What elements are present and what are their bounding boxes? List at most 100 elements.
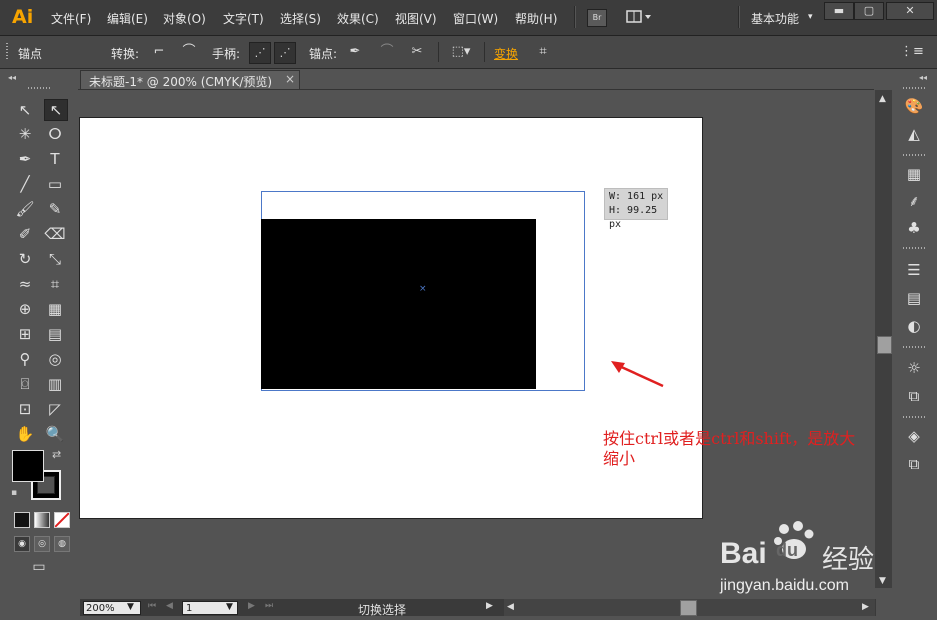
transform-link[interactable]: 变换 [494, 45, 518, 62]
draw-inside-icon[interactable]: ◍ [54, 536, 70, 552]
draw-behind-icon[interactable]: ◎ [34, 536, 50, 552]
hide-handles-icon[interactable]: ⋰ [274, 42, 296, 64]
scroll-right-icon[interactable]: ▶ [862, 602, 869, 612]
menu-edit[interactable]: 编辑(E) [107, 10, 148, 27]
transform-bounds-icon[interactable]: ⌗ [534, 43, 552, 61]
menu-view[interactable]: 视图(V) [395, 10, 437, 27]
menu-object[interactable]: 对象(O) [163, 10, 206, 27]
connect-anchors-icon[interactable]: ⌒ [378, 43, 396, 61]
remove-anchor-icon[interactable]: ✒ [346, 43, 364, 61]
cut-path-icon[interactable]: ✂ [408, 43, 426, 61]
layers-icon[interactable]: ◈ [903, 426, 925, 446]
menu-window[interactable]: 窗口(W) [453, 10, 498, 27]
line-tool-icon[interactable]: ╱ [14, 174, 36, 194]
show-handles-icon[interactable]: ⋰ [249, 42, 271, 64]
magic-wand-tool-icon[interactable]: ✳ [14, 124, 36, 144]
convert-to-corner-icon[interactable]: ⌐ [150, 43, 168, 61]
selection-tool-icon[interactable]: ↖ [14, 100, 36, 120]
horizontal-scroll-thumb[interactable] [680, 600, 697, 616]
swap-fill-stroke-icon[interactable]: ⇄ [52, 448, 61, 461]
divider [484, 42, 485, 62]
screen-mode-icon[interactable]: ▭ [27, 558, 51, 576]
black-rectangle[interactable] [261, 219, 536, 389]
scale-tool-icon[interactable]: ⤡ [44, 249, 66, 269]
panel-menu-icon[interactable]: ⋮≡ [900, 43, 924, 61]
hand-tool-icon[interactable]: ✋ [14, 424, 36, 444]
scroll-down-icon[interactable]: ▼ [879, 576, 886, 586]
watermark-url: jingyan.baidu.com [720, 577, 849, 594]
close-window-button[interactable]: ✕ [886, 2, 934, 20]
stroke-panel-icon[interactable]: ☰ [903, 260, 925, 280]
slice-tool-icon[interactable]: ◸ [44, 399, 66, 419]
collapse-panel-icon[interactable]: ◂◂ [919, 73, 927, 82]
draw-normal-icon[interactable]: ◉ [14, 536, 30, 552]
appearance-icon[interactable]: ☼ [903, 358, 925, 378]
chevron-down-icon[interactable]: ▼ [127, 602, 134, 612]
graphic-styles-icon[interactable]: ⧉ [903, 386, 925, 406]
gradient-panel-icon[interactable]: ▤ [903, 288, 925, 308]
status-menu-icon[interactable]: ▶ [486, 601, 493, 611]
chevron-down-icon[interactable]: ▼ [226, 602, 233, 612]
transparency-icon[interactable]: ◐ [903, 316, 925, 336]
default-colors-icon[interactable]: ▪ [11, 488, 17, 498]
vertical-scrollbar[interactable]: ▲ ▼ [875, 90, 892, 588]
swatches-icon[interactable]: ▦ [903, 164, 925, 184]
document-tab[interactable]: 未标题-1* @ 200% (CMYK/预览) × [80, 70, 300, 90]
zoom-tool-icon[interactable]: 🔍 [44, 424, 66, 444]
horizontal-scrollbar[interactable]: ◀ ▶ [504, 599, 875, 616]
first-artboard-icon[interactable]: ⏮ [148, 601, 156, 611]
mesh-tool-icon[interactable]: ⊞ [14, 324, 36, 344]
lasso-tool-icon[interactable]: ⵔ [44, 124, 66, 144]
eyedropper-tool-icon[interactable]: ⚲ [14, 349, 36, 369]
artboards-icon[interactable]: ⧉ [903, 454, 925, 474]
artboard-tool-icon[interactable]: ⊡ [14, 399, 36, 419]
menu-select[interactable]: 选择(S) [280, 10, 321, 27]
color-guide-icon[interactable]: ◭ [903, 124, 925, 144]
shape-builder-tool-icon[interactable]: ⊕ [14, 299, 36, 319]
brushes-icon[interactable]: ⸙ [903, 191, 925, 211]
isolate-icon[interactable]: ⬚▾ [448, 43, 474, 61]
direct-selection-tool-icon[interactable]: ↖ [44, 99, 68, 121]
rotate-tool-icon[interactable]: ↻ [14, 249, 36, 269]
perspective-grid-tool-icon[interactable]: ▦ [44, 299, 66, 319]
blob-brush-tool-icon[interactable]: ✐ [14, 224, 36, 244]
collapse-panel-icon[interactable]: ◂◂ [8, 73, 16, 82]
previous-artboard-icon[interactable]: ◀ [166, 601, 173, 611]
pen-tool-icon[interactable]: ✒ [14, 149, 36, 169]
workspace-switcher[interactable]: 基本功能 [751, 10, 799, 27]
bridge-button[interactable]: Br [587, 9, 607, 27]
column-graph-tool-icon[interactable]: ▥ [44, 374, 66, 394]
menu-file[interactable]: 文件(F) [51, 10, 91, 27]
menu-effect[interactable]: 效果(C) [337, 10, 379, 27]
free-transform-tool-icon[interactable]: ⌗ [44, 274, 66, 294]
type-tool-icon[interactable]: T [44, 149, 66, 169]
baidu-watermark: Bai du 经验 jingyan.baidu.com [718, 517, 888, 597]
symbols-icon[interactable]: ♣ [903, 218, 925, 238]
next-artboard-icon[interactable]: ▶ [248, 601, 255, 611]
menu-type[interactable]: 文字(T) [223, 10, 264, 27]
last-artboard-icon[interactable]: ⏭ [265, 601, 273, 611]
fill-swatch[interactable] [12, 450, 44, 482]
eraser-tool-icon[interactable]: ⌫ [44, 224, 66, 244]
color-mode-icon[interactable] [14, 512, 30, 528]
status-text[interactable]: 切换选择 [358, 601, 406, 618]
close-tab-icon[interactable]: × [285, 72, 295, 86]
scroll-up-icon[interactable]: ▲ [879, 94, 886, 104]
pencil-tool-icon[interactable]: ✎ [44, 199, 66, 219]
scroll-left-icon[interactable]: ◀ [507, 602, 514, 612]
convert-to-smooth-icon[interactable]: ⌒ [180, 43, 198, 61]
symbol-sprayer-tool-icon[interactable]: ⌼ [14, 374, 36, 394]
vertical-scroll-thumb[interactable] [877, 336, 892, 354]
rectangle-tool-icon[interactable]: ▭ [44, 174, 66, 194]
gradient-mode-icon[interactable] [34, 512, 50, 528]
none-mode-icon[interactable] [54, 512, 70, 528]
color-panel-icon[interactable]: 🎨 [903, 96, 925, 116]
maximize-button[interactable]: ▢ [854, 2, 884, 20]
arrange-documents-button[interactable] [626, 9, 652, 25]
minimize-button[interactable]: ▬ [824, 2, 854, 20]
paintbrush-tool-icon[interactable]: 🖌 [14, 199, 36, 219]
menu-help[interactable]: 帮助(H) [515, 10, 557, 27]
gradient-tool-icon[interactable]: ▤ [44, 324, 66, 344]
warp-tool-icon[interactable]: ≈ [14, 274, 36, 294]
blend-tool-icon[interactable]: ◎ [44, 349, 66, 369]
